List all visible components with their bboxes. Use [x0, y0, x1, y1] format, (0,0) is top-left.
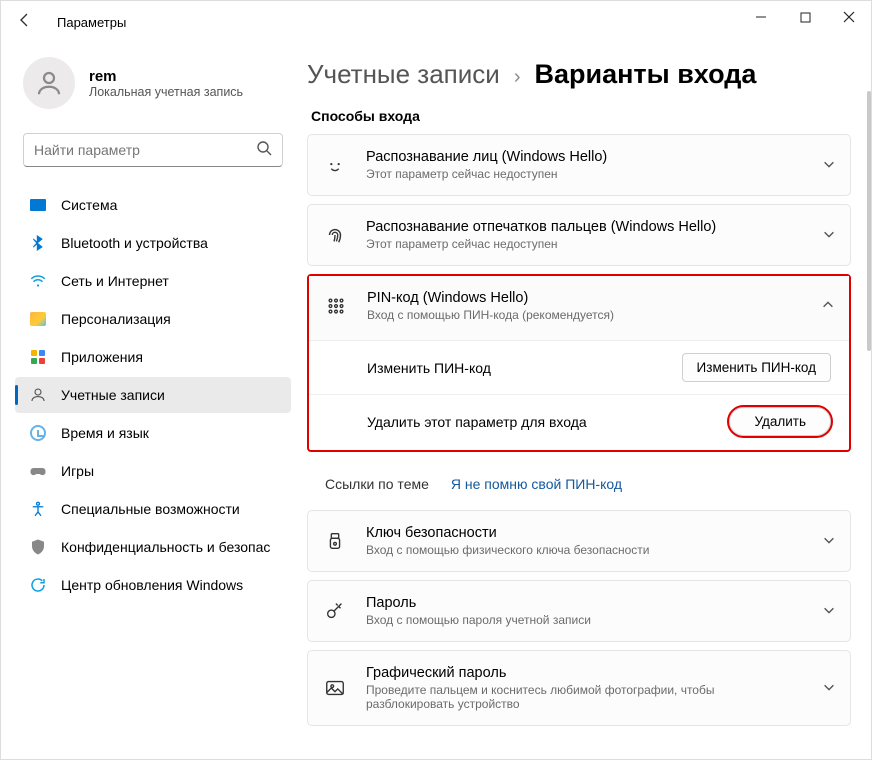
settings-window: Параметры rem Локальная учетная запись: [0, 0, 872, 760]
nav-accessibility[interactable]: Специальные возможности: [15, 491, 291, 527]
chevron-down-icon: [822, 533, 836, 550]
picture-icon: [322, 677, 348, 699]
search-input[interactable]: [34, 142, 256, 158]
card-title: Распознавание отпечатков пальцев (Window…: [366, 219, 804, 235]
card-title: Распознавание лиц (Windows Hello): [366, 149, 804, 165]
related-links: Ссылки по теме Я не помню свой ПИН-код: [307, 460, 851, 510]
nav-label: Учетные записи: [61, 387, 165, 403]
row-remove-pin: Удалить этот параметр для входа Удалить: [309, 394, 849, 448]
nav-label: Центр обновления Windows: [61, 577, 243, 593]
card-fingerprint[interactable]: Распознавание отпечатков пальцев (Window…: [307, 204, 851, 266]
time-icon: [29, 424, 47, 442]
card-subtitle: Вход с помощью физического ключа безопас…: [366, 543, 804, 557]
nav-label: Приложения: [61, 349, 143, 365]
back-button[interactable]: [9, 12, 41, 33]
nav-personalization[interactable]: Персонализация: [15, 301, 291, 337]
nav-time-language[interactable]: Время и язык: [15, 415, 291, 451]
personalization-icon: [29, 310, 47, 328]
remove-pin-button[interactable]: Удалить: [729, 407, 831, 436]
chevron-up-icon: [821, 298, 835, 315]
search-icon: [256, 140, 272, 161]
wifi-icon: [29, 272, 47, 290]
highlighted-region: PIN-код (Windows Hello) Вход с помощью П…: [307, 274, 851, 452]
remove-pin-label: Удалить этот параметр для входа: [367, 414, 587, 430]
card-title: Ключ безопасности: [366, 525, 804, 541]
close-button[interactable]: [827, 1, 871, 33]
card-title: PIN-код (Windows Hello): [367, 290, 803, 306]
change-pin-label: Изменить ПИН-код: [367, 360, 491, 376]
chevron-down-icon: [822, 227, 836, 244]
card-pin[interactable]: PIN-код (Windows Hello) Вход с помощью П…: [309, 276, 849, 341]
fingerprint-icon: [322, 224, 348, 246]
nav-label: Время и язык: [61, 425, 149, 441]
apps-icon: [29, 348, 47, 366]
card-subtitle: Вход с помощью пароля учетной записи: [366, 613, 804, 627]
scrollbar-thumb[interactable]: [867, 91, 871, 351]
profile-block[interactable]: rem Локальная учетная запись: [13, 47, 293, 129]
nav-windows-update[interactable]: Центр обновления Windows: [15, 567, 291, 603]
titlebar: Параметры: [1, 1, 871, 43]
minimize-button[interactable]: [739, 1, 783, 33]
accessibility-icon: [29, 500, 47, 518]
card-title: Графический пароль: [366, 665, 804, 681]
nav-label: Система: [61, 197, 117, 213]
breadcrumb-separator: ›: [514, 66, 521, 89]
card-password[interactable]: Пароль Вход с помощью пароля учетной зап…: [307, 580, 851, 642]
nav-accounts[interactable]: Учетные записи: [15, 377, 291, 413]
chevron-down-icon: [822, 157, 836, 174]
security-key-icon: [322, 530, 348, 552]
window-controls: [739, 1, 871, 33]
gaming-icon: [29, 462, 47, 480]
nav-label: Специальные возможности: [61, 501, 240, 517]
section-title: Способы входа: [311, 108, 851, 124]
nav-label: Игры: [61, 463, 94, 479]
main-content: Учетные записи › Варианты входа Способы …: [301, 43, 871, 759]
chevron-down-icon: [822, 603, 836, 620]
nav-gaming[interactable]: Игры: [15, 453, 291, 489]
card-picture-password[interactable]: Графический пароль Проведите пальцем и к…: [307, 650, 851, 726]
avatar: [23, 57, 75, 109]
breadcrumb-parent[interactable]: Учетные записи: [307, 59, 500, 90]
key-icon: [322, 600, 348, 622]
card-subtitle: Этот параметр сейчас недоступен: [366, 237, 804, 251]
update-icon: [29, 576, 47, 594]
search-box[interactable]: [23, 133, 283, 167]
privacy-icon: [29, 538, 47, 556]
forgot-pin-link[interactable]: Я не помню свой ПИН-код: [451, 476, 622, 492]
bluetooth-icon: [29, 234, 47, 252]
card-security-key[interactable]: Ключ безопасности Вход с помощью физичес…: [307, 510, 851, 572]
keypad-icon: [323, 295, 349, 317]
nav-list: Система Bluetooth и устройства Сеть и Ин…: [13, 187, 293, 603]
sidebar: rem Локальная учетная запись Система Blu…: [1, 43, 301, 759]
nav-bluetooth[interactable]: Bluetooth и устройства: [15, 225, 291, 261]
nav-label: Bluetooth и устройства: [61, 235, 208, 251]
nav-label: Персонализация: [61, 311, 171, 327]
change-pin-button[interactable]: Изменить ПИН-код: [682, 353, 831, 382]
nav-system[interactable]: Система: [15, 187, 291, 223]
nav-apps[interactable]: Приложения: [15, 339, 291, 375]
breadcrumb-current: Варианты входа: [534, 59, 756, 90]
nav-privacy[interactable]: Конфиденциальность и безопасность: [15, 529, 291, 565]
maximize-button[interactable]: [783, 1, 827, 33]
nav-network[interactable]: Сеть и Интернет: [15, 263, 291, 299]
card-subtitle: Этот параметр сейчас недоступен: [366, 167, 804, 181]
face-icon: [322, 154, 348, 176]
card-face-recognition[interactable]: Распознавание лиц (Windows Hello) Этот п…: [307, 134, 851, 196]
nav-label: Конфиденциальность и безопасность: [61, 539, 271, 555]
profile-name: rem: [89, 68, 243, 85]
row-change-pin: Изменить ПИН-код Изменить ПИН-код: [309, 341, 849, 394]
breadcrumb: Учетные записи › Варианты входа: [307, 59, 851, 90]
chevron-down-icon: [822, 680, 836, 697]
related-label: Ссылки по теме: [325, 476, 429, 492]
accounts-icon: [29, 386, 47, 404]
profile-subtitle: Локальная учетная запись: [89, 85, 243, 99]
card-title: Пароль: [366, 595, 804, 611]
nav-label: Сеть и Интернет: [61, 273, 169, 289]
card-subtitle: Проведите пальцем и коснитесь любимой фо…: [366, 683, 804, 711]
window-title: Параметры: [57, 15, 126, 30]
card-subtitle: Вход с помощью ПИН-кода (рекомендуется): [367, 308, 803, 322]
system-icon: [29, 196, 47, 214]
